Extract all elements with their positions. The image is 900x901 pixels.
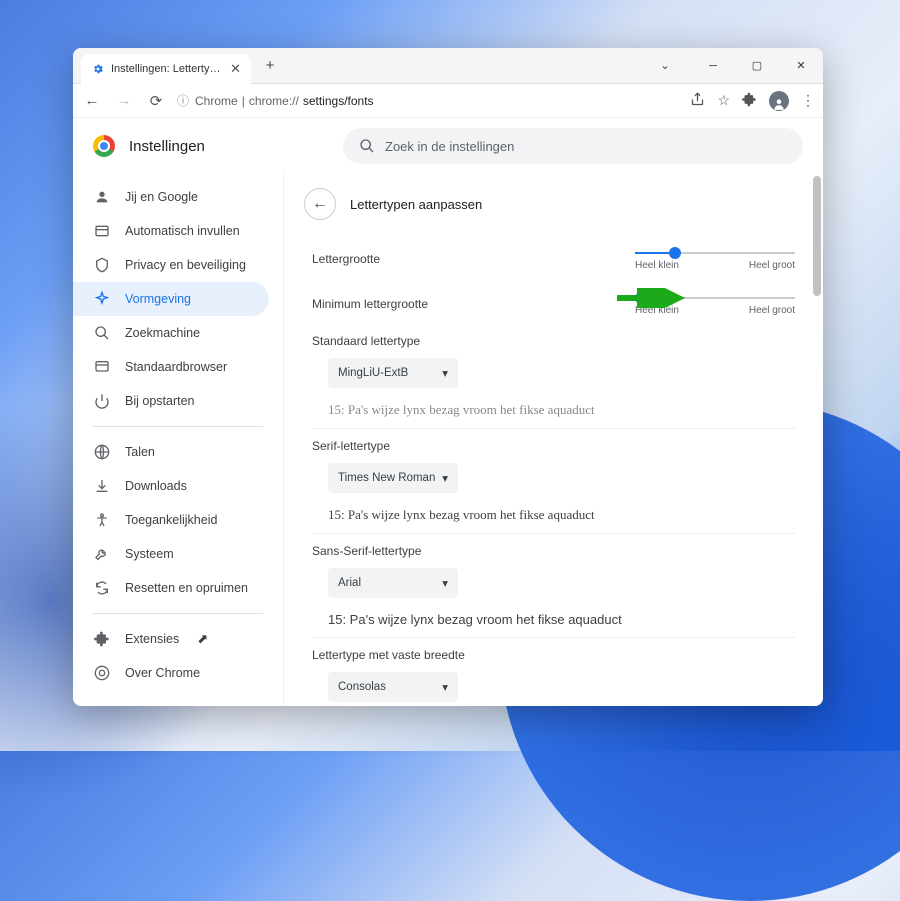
standard-font-label: Standaard lettertype: [312, 334, 795, 348]
url-host: chrome://: [249, 94, 299, 108]
sidebar-item-downloads[interactable]: Downloads: [73, 469, 283, 503]
chrome-icon: [93, 665, 111, 681]
search-icon: [359, 138, 375, 154]
font-size-label: Lettergrootte: [312, 252, 635, 266]
appearance-icon: [93, 291, 111, 307]
wrench-icon: [93, 546, 111, 562]
reset-icon: [93, 580, 111, 596]
scrollbar[interactable]: [813, 176, 821, 296]
gear-icon: [91, 62, 105, 76]
omnibox[interactable]: ⓘ Chrome | chrome://settings/fonts: [177, 92, 680, 109]
sidebar-item-search-engine[interactable]: Zoekmachine: [73, 316, 283, 350]
url-path: settings/fonts: [303, 94, 374, 108]
content-main: ← Lettertypen aanpassen Lettergrootte: [284, 174, 823, 706]
shield-icon: [93, 257, 111, 273]
minimize-button[interactable]: ─: [691, 48, 735, 84]
person-icon: [93, 189, 111, 205]
maximize-button[interactable]: ▢: [735, 48, 779, 84]
sidebar-item-autofill[interactable]: Automatisch invullen: [73, 214, 283, 248]
site-info-icon[interactable]: ⓘ: [177, 92, 189, 109]
tab-title: Instellingen: Lettertypen aanpas…: [111, 63, 224, 75]
sidebar-item-default-browser[interactable]: Standaardbrowser: [73, 350, 283, 384]
back-button[interactable]: ←: [304, 188, 336, 220]
sans-font-label: Sans-Serif-lettertype: [312, 544, 795, 558]
chevron-down-icon: ▾: [442, 680, 448, 694]
accessibility-icon: [93, 512, 111, 528]
new-tab-button[interactable]: +: [257, 53, 283, 79]
font-size-slider[interactable]: [635, 252, 795, 254]
sidebar-item-extensions[interactable]: Extensies⬈: [73, 622, 283, 656]
download-icon: [93, 478, 111, 494]
puzzle-icon: [93, 631, 111, 647]
avatar[interactable]: [769, 91, 789, 111]
address-bar: ← → ⟳ ⓘ Chrome | chrome://settings/fonts…: [73, 84, 823, 118]
sidebar-item-about[interactable]: Over Chrome: [73, 656, 283, 690]
forward-button[interactable]: →: [113, 90, 135, 112]
sidebar-item-privacy[interactable]: Privacy en beveiliging: [73, 248, 283, 282]
serif-font-label: Serif-lettertype: [312, 439, 795, 453]
browser-window: Instellingen: Lettertypen aanpas… ✕ + ⌄ …: [73, 48, 823, 706]
sidebar-item-languages[interactable]: Talen: [73, 435, 283, 469]
sidebar-item-you-and-google[interactable]: Jij en Google: [73, 180, 283, 214]
back-button[interactable]: ←: [81, 90, 103, 112]
chevron-down-icon: ▾: [442, 471, 448, 485]
tab-dropdown-icon[interactable]: ⌄: [643, 48, 687, 84]
reload-button[interactable]: ⟳: [145, 90, 167, 112]
bookmark-icon[interactable]: ☆: [717, 92, 730, 109]
sidebar-item-appearance[interactable]: Vormgeving: [73, 282, 269, 316]
globe-icon: [93, 444, 111, 460]
min-font-size-slider[interactable]: [635, 297, 795, 299]
external-link-icon: ⬈: [197, 631, 208, 647]
mono-font-label: Lettertype met vaste breedte: [312, 648, 795, 662]
search-placeholder: Zoek in de instellingen: [385, 139, 514, 154]
extensions-icon[interactable]: [742, 92, 757, 110]
share-icon[interactable]: [690, 92, 705, 110]
standard-font-select[interactable]: MingLiU-ExtB▾: [328, 358, 458, 388]
sidebar-item-system[interactable]: Systeem: [73, 537, 283, 571]
mono-font-select[interactable]: Consolas▾: [328, 672, 458, 702]
url-scheme-label: Chrome: [195, 94, 238, 108]
menu-icon[interactable]: ⋮: [801, 92, 815, 109]
sans-font-sample: 15: Pa's wijze lynx bezag vroom het fiks…: [328, 612, 795, 627]
close-window-button[interactable]: ✕: [779, 48, 823, 84]
chrome-logo-icon: [93, 135, 115, 157]
page-title: Lettertypen aanpassen: [350, 197, 482, 212]
app-title: Instellingen: [129, 138, 205, 155]
sidebar-item-on-startup[interactable]: Bij opstarten: [73, 384, 283, 418]
autofill-icon: [93, 223, 111, 239]
settings-search[interactable]: Zoek in de instellingen: [343, 128, 803, 164]
browser-tab[interactable]: Instellingen: Lettertypen aanpas… ✕: [81, 54, 251, 84]
sidebar: Jij en Google Automatisch invullen Priva…: [73, 174, 283, 706]
sidebar-item-accessibility[interactable]: Toegankelijkheid: [73, 503, 283, 537]
sans-font-select[interactable]: Arial▾: [328, 568, 458, 598]
standard-font-sample: 15: Pa's wijze lynx bezag vroom het fiks…: [328, 402, 795, 418]
chevron-down-icon: ▾: [442, 366, 448, 380]
browser-icon: [93, 359, 111, 375]
app-header: Instellingen Zoek in de instellingen: [73, 118, 823, 174]
chevron-down-icon: ▾: [442, 576, 448, 590]
min-font-size-label: Minimum lettergrootte: [312, 297, 635, 311]
search-icon: [93, 325, 111, 341]
serif-font-sample: 15: Pa's wijze lynx bezag vroom het fiks…: [328, 507, 795, 523]
sidebar-item-reset[interactable]: Resetten en opruimen: [73, 571, 283, 605]
serif-font-select[interactable]: Times New Roman▾: [328, 463, 458, 493]
power-icon: [93, 393, 111, 409]
close-icon[interactable]: ✕: [230, 61, 241, 77]
titlebar: Instellingen: Lettertypen aanpas… ✕ + ⌄ …: [73, 48, 823, 84]
